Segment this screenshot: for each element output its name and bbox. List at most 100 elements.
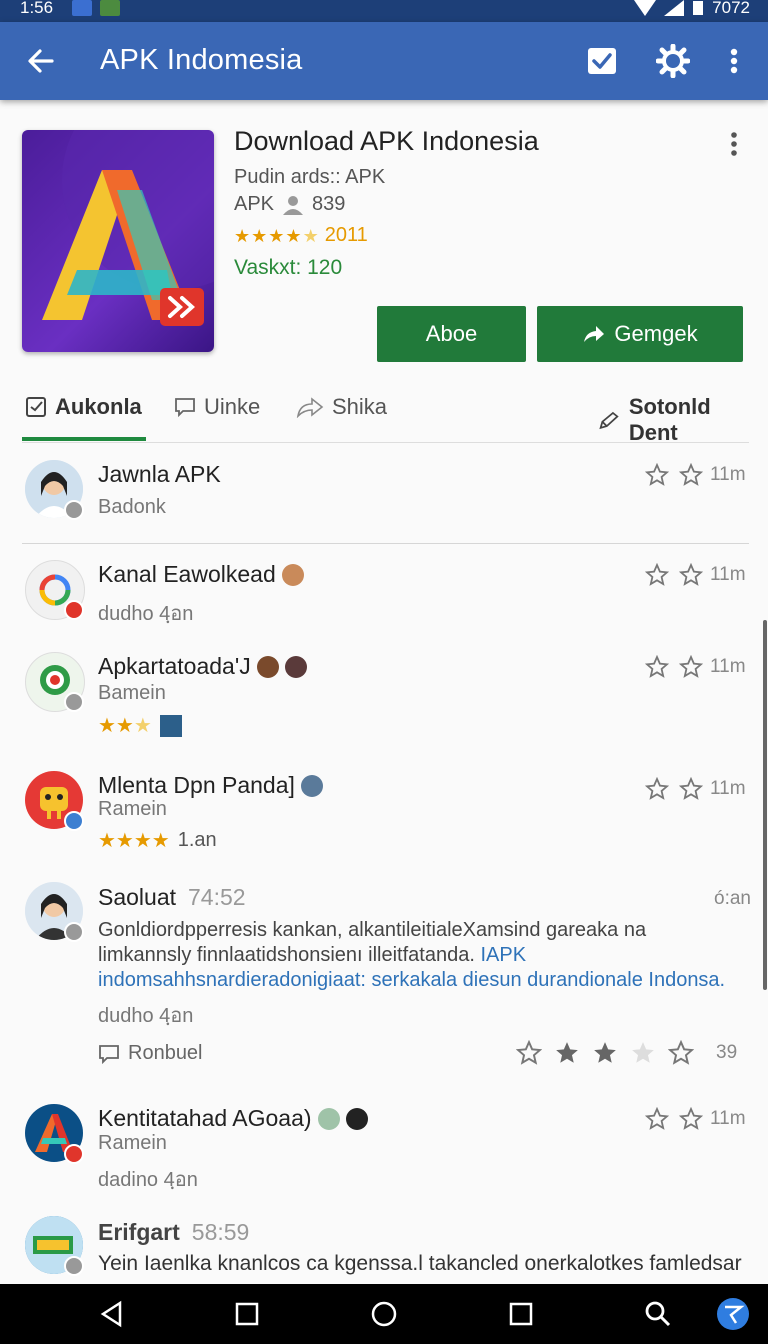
battery-icon bbox=[693, 1, 704, 15]
primary-button[interactable]: Aboe bbox=[377, 306, 526, 362]
review-name: Saoluat bbox=[98, 884, 177, 910]
review-body: Yein Iaenlka knanlcos ca kgenssa.l takan… bbox=[98, 1252, 742, 1275]
checkbox-icon bbox=[26, 397, 46, 417]
mini-avatar bbox=[300, 774, 323, 797]
review-rating-stars: ★★★ bbox=[98, 715, 152, 737]
mini-avatar bbox=[256, 655, 279, 678]
review-time: 11m bbox=[710, 656, 746, 677]
app-bar-title: APK Indomesia bbox=[100, 44, 303, 76]
review-subtitle-2: dadino 4ฺอn bbox=[98, 1169, 198, 1191]
status-right: 7072 bbox=[634, 0, 750, 16]
avatar-badge bbox=[64, 692, 84, 712]
install-button[interactable]: Gemgek bbox=[537, 306, 743, 362]
review-subtitle: Ramein bbox=[98, 1132, 167, 1154]
favorite-stars[interactable] bbox=[645, 463, 703, 487]
favorite-stars[interactable] bbox=[645, 1107, 703, 1131]
star-outline-icon[interactable] bbox=[668, 1040, 694, 1066]
share-icon bbox=[296, 397, 324, 418]
review-name: Apkartatoada'J bbox=[98, 653, 251, 679]
overflow-menu-icon[interactable] bbox=[722, 44, 746, 78]
review-rating: ★★★ bbox=[98, 713, 182, 738]
star-filled-icon[interactable] bbox=[554, 1040, 580, 1066]
card-overflow-icon[interactable] bbox=[722, 130, 746, 158]
app-rating: ★ ★ ★ ★ ★ 2011 bbox=[234, 224, 368, 247]
review-time: 11m bbox=[710, 464, 746, 485]
review-subtitle: Bamein bbox=[98, 682, 166, 704]
review-name: Mlenta Dpn Panda] bbox=[98, 772, 295, 798]
square-icon[interactable] bbox=[233, 1300, 261, 1328]
edit-pen-icon bbox=[599, 411, 619, 430]
settings-gear-icon[interactable] bbox=[656, 44, 690, 78]
thumbnail-image bbox=[159, 714, 182, 737]
review-name: Jawnla APK bbox=[98, 461, 221, 487]
star-outline-icon[interactable] bbox=[645, 563, 669, 587]
scroll-indicator[interactable] bbox=[763, 620, 767, 990]
reply-label: Ronbuel bbox=[128, 1042, 203, 1064]
check-box-icon[interactable] bbox=[585, 44, 619, 78]
review-name: Erifgart bbox=[98, 1219, 180, 1245]
review-body-end: serkakala diesun durandionale Indonsa. bbox=[371, 969, 726, 991]
star-outline-icon[interactable] bbox=[679, 777, 703, 801]
app-developer: Pudin ards:: APK bbox=[234, 166, 386, 188]
wifi-icon bbox=[634, 0, 657, 16]
home-circle-icon[interactable] bbox=[370, 1300, 398, 1328]
star-outline-icon[interactable] bbox=[645, 777, 669, 801]
tab-aukonla[interactable]: Aukonla bbox=[25, 394, 142, 420]
review-time: ó:an bbox=[714, 888, 751, 909]
star-outline-icon[interactable] bbox=[679, 655, 703, 679]
search-icon[interactable] bbox=[644, 1300, 672, 1328]
status-time: 1:56 bbox=[20, 0, 54, 17]
favorite-stars[interactable] bbox=[645, 563, 703, 587]
status-bar: 1:56 7072 bbox=[0, 0, 768, 22]
rate-stars[interactable]: 39 bbox=[516, 1040, 737, 1066]
tab-uinke[interactable]: Uinke bbox=[174, 394, 260, 420]
tab-label: Uinke bbox=[204, 394, 261, 419]
star-faded-icon[interactable] bbox=[630, 1040, 656, 1066]
recents-square-icon[interactable] bbox=[507, 1300, 535, 1328]
reply-button[interactable]: Ronbuel bbox=[98, 1042, 203, 1065]
star-outline-icon[interactable] bbox=[679, 1107, 703, 1131]
mini-avatar bbox=[317, 1107, 340, 1130]
review-name: Kanal Eawolkead bbox=[98, 561, 276, 587]
app-version: Vaskxt: 120 bbox=[234, 256, 343, 279]
favorite-stars[interactable] bbox=[645, 777, 703, 801]
review-subtitle: dudho 4ฺอn bbox=[98, 1005, 194, 1027]
avatar-badge bbox=[64, 1256, 84, 1276]
signal-icon bbox=[664, 0, 685, 16]
star-outline-icon[interactable] bbox=[679, 463, 703, 487]
notification-icons bbox=[72, 0, 120, 16]
star-outline-icon[interactable] bbox=[645, 655, 669, 679]
tab-shika[interactable]: Shika bbox=[296, 394, 387, 420]
tab-indicator bbox=[22, 437, 146, 441]
review-time-inline: 58:59 bbox=[191, 1219, 250, 1245]
review-name-row: Kanal Eawolkead bbox=[98, 561, 304, 588]
tab-sotonld-dent[interactable]: Sotonld Dent bbox=[598, 394, 749, 446]
star-icon: ★ bbox=[234, 225, 251, 246]
install-button-label: Gemgek bbox=[614, 321, 698, 346]
back-triangle-icon[interactable] bbox=[98, 1300, 126, 1328]
comment-icon bbox=[99, 1044, 119, 1064]
avatar-badge bbox=[64, 922, 84, 942]
star-icon: ★ bbox=[268, 225, 285, 246]
mini-avatar bbox=[345, 1107, 368, 1130]
star-outline-icon[interactable] bbox=[645, 1107, 669, 1131]
star-filled-icon[interactable] bbox=[592, 1040, 618, 1066]
favorite-stars[interactable] bbox=[645, 655, 703, 679]
app-header-card: Download APK Indonesia Pudin ards:: APK … bbox=[0, 100, 768, 380]
review-rating-text: 1.an bbox=[177, 829, 217, 851]
assistant-icon[interactable] bbox=[716, 1297, 750, 1331]
app-rating-stars: ★ ★ ★ ★ ★ bbox=[234, 227, 319, 245]
app-rating-text: 2011 bbox=[324, 224, 368, 246]
review-time: 11m bbox=[710, 778, 746, 799]
star-outline-icon[interactable] bbox=[516, 1040, 542, 1066]
star-outline-icon[interactable] bbox=[679, 563, 703, 587]
tab-label: Aukonla bbox=[55, 394, 142, 419]
review-time-inline: 74:52 bbox=[188, 884, 246, 910]
back-arrow-icon[interactable] bbox=[26, 46, 56, 76]
star-outline-icon[interactable] bbox=[645, 463, 669, 487]
mini-avatar bbox=[284, 655, 307, 678]
avatar-badge bbox=[64, 811, 84, 831]
review-subtitle: dudho 4ฺอn bbox=[98, 603, 194, 625]
star-icon: ★ bbox=[285, 225, 302, 246]
app-icon[interactable] bbox=[22, 130, 214, 352]
